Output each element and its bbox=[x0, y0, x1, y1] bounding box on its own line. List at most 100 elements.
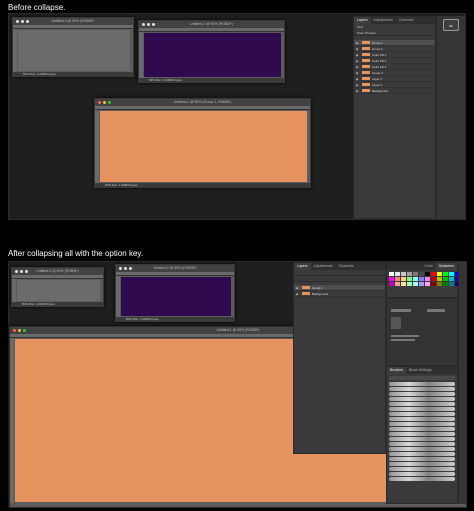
swatch[interactable] bbox=[437, 277, 442, 281]
brush-preset[interactable] bbox=[389, 392, 455, 396]
kind-filter-label[interactable]: Kind bbox=[357, 25, 363, 29]
canvas[interactable] bbox=[100, 111, 307, 182]
ruler-vertical bbox=[13, 29, 17, 72]
swatch[interactable] bbox=[437, 272, 442, 276]
tab-color[interactable]: Color bbox=[421, 263, 435, 270]
swatch[interactable] bbox=[389, 272, 394, 276]
canvas[interactable] bbox=[121, 277, 231, 316]
layer-name: Color Fill 2 bbox=[372, 58, 387, 63]
canvas[interactable] bbox=[144, 33, 281, 77]
brush-preset[interactable] bbox=[389, 412, 455, 416]
swatch[interactable] bbox=[419, 277, 424, 281]
document-window-untitled-2[interactable]: Untitled-2 @ 50% (RGB/8*) 50% Doc: 1.03M… bbox=[115, 264, 235, 322]
chevron-down-icon: ⌄ bbox=[447, 20, 455, 29]
swatch[interactable] bbox=[413, 277, 418, 281]
tab-brushes[interactable]: Brushes bbox=[387, 367, 406, 374]
brush-list bbox=[387, 382, 457, 481]
brush-preset[interactable] bbox=[389, 382, 455, 386]
brush-preset[interactable] bbox=[389, 387, 455, 391]
swatch[interactable] bbox=[419, 272, 424, 276]
brush-preset[interactable] bbox=[389, 407, 455, 411]
swatch[interactable] bbox=[407, 277, 412, 281]
ruler-horizontal bbox=[12, 275, 103, 279]
brush-preset[interactable] bbox=[389, 447, 455, 451]
document-title: Untitled-3 @ 50% (RGB/8*) bbox=[36, 269, 79, 273]
document-window-untitled-3[interactable]: Untitled-3 @ 50% (RGB/8*) 50% Doc: 1.03M… bbox=[12, 17, 134, 77]
tab-adjustments[interactable]: Adjustments bbox=[371, 17, 396, 24]
document-title: Untitled-2 @ 50% (RGB/8*) bbox=[190, 22, 233, 26]
tab-swatches[interactable]: Swatches bbox=[435, 263, 457, 270]
brush-preset[interactable] bbox=[389, 452, 455, 456]
ruler-horizontal bbox=[95, 106, 310, 110]
swatch[interactable] bbox=[443, 282, 448, 286]
swatch[interactable] bbox=[401, 272, 406, 276]
tab-brush-settings[interactable]: Brush Settings bbox=[406, 367, 435, 374]
brush-preset[interactable] bbox=[389, 467, 455, 471]
status-bar: 50% Doc: 1.03M/0 bytes bbox=[13, 72, 133, 76]
swatch[interactable] bbox=[449, 277, 454, 281]
swatch[interactable] bbox=[437, 282, 442, 286]
brush-preset[interactable] bbox=[389, 417, 455, 421]
swatch[interactable] bbox=[395, 277, 400, 281]
swatch[interactable] bbox=[449, 282, 454, 286]
eye-icon[interactable]: ◉ bbox=[294, 291, 300, 297]
canvas[interactable] bbox=[17, 280, 100, 301]
document-window-untitled-2[interactable]: Untitled-2 @ 50% (RGB/8*) 50% Doc: 1.03M… bbox=[138, 20, 285, 83]
layer-thumbnail bbox=[362, 83, 370, 86]
blend-mode-select[interactable]: Pass Through bbox=[357, 31, 376, 35]
swatch[interactable] bbox=[431, 282, 436, 286]
swatch[interactable] bbox=[431, 272, 436, 276]
swatch[interactable] bbox=[401, 277, 406, 281]
tab-adjustments[interactable]: Adjustments bbox=[311, 263, 336, 270]
brush-preset[interactable] bbox=[389, 432, 455, 436]
swatch[interactable] bbox=[407, 282, 412, 286]
ruler-vertical bbox=[139, 32, 143, 78]
ruler-horizontal bbox=[13, 25, 133, 29]
brush-preset[interactable] bbox=[389, 457, 455, 461]
swatch[interactable] bbox=[425, 277, 430, 281]
layers-list: ◉ Group 1 ◉ Group 2 ◉ Color Fill 1 ◉ Color Fill… bbox=[354, 40, 435, 94]
brush-preset[interactable] bbox=[389, 477, 455, 481]
swatch[interactable] bbox=[401, 282, 406, 286]
swatch[interactable] bbox=[425, 272, 430, 276]
swatch[interactable] bbox=[389, 277, 394, 281]
brush-preset[interactable] bbox=[389, 472, 455, 476]
layer-row[interactable]: ◉ Background bbox=[354, 88, 435, 94]
tab-layers[interactable]: Layers bbox=[294, 263, 311, 270]
swatch[interactable] bbox=[413, 282, 418, 286]
layer-name: Layer 2 bbox=[372, 82, 383, 87]
collapse-panels-button[interactable]: ⌄ bbox=[443, 19, 459, 31]
tab-channels[interactable]: Channels bbox=[396, 17, 417, 24]
swatch[interactable] bbox=[407, 272, 412, 276]
canvas[interactable] bbox=[18, 30, 130, 71]
layer-row[interactable]: ◉ Background bbox=[294, 291, 385, 297]
brush-preset[interactable] bbox=[389, 462, 455, 466]
brush-preset[interactable] bbox=[389, 397, 455, 401]
tab-channels[interactable]: Channels bbox=[336, 263, 357, 270]
document-window-untitled-3[interactable]: Untitled-3 @ 50% (RGB/8*) 50% Doc: 1.03M… bbox=[11, 267, 104, 307]
layer-name: Group 1 bbox=[372, 40, 383, 45]
swatch[interactable] bbox=[443, 272, 448, 276]
swatch[interactable] bbox=[395, 282, 400, 286]
brush-preset[interactable] bbox=[389, 427, 455, 431]
tab-layers[interactable]: Layers bbox=[354, 17, 371, 24]
eye-icon[interactable]: ◉ bbox=[354, 88, 360, 94]
document-window-untitled-1[interactable]: Untitled-1 @ 50% (Group 1, RGB/8*) 50% D… bbox=[94, 98, 311, 188]
layer-name: Color Fill 1 bbox=[372, 52, 387, 57]
swatch[interactable] bbox=[395, 272, 400, 276]
swatch[interactable] bbox=[449, 272, 454, 276]
brush-preset[interactable] bbox=[389, 437, 455, 441]
swatch[interactable] bbox=[419, 282, 424, 286]
brush-preset[interactable] bbox=[389, 442, 455, 446]
brush-preset[interactable] bbox=[389, 402, 455, 406]
layer-thumbnail bbox=[362, 89, 370, 92]
layer-name: Group 1 bbox=[312, 285, 323, 290]
status-bar: 50% Doc: 1.03M/0 bytes bbox=[139, 78, 284, 82]
swatch[interactable] bbox=[443, 277, 448, 281]
swatch[interactable] bbox=[431, 277, 436, 281]
swatch[interactable] bbox=[413, 272, 418, 276]
brush-preset[interactable] bbox=[389, 422, 455, 426]
swatch[interactable] bbox=[425, 282, 430, 286]
swatch[interactable] bbox=[389, 282, 394, 286]
panel-dock-strip bbox=[436, 16, 465, 219]
